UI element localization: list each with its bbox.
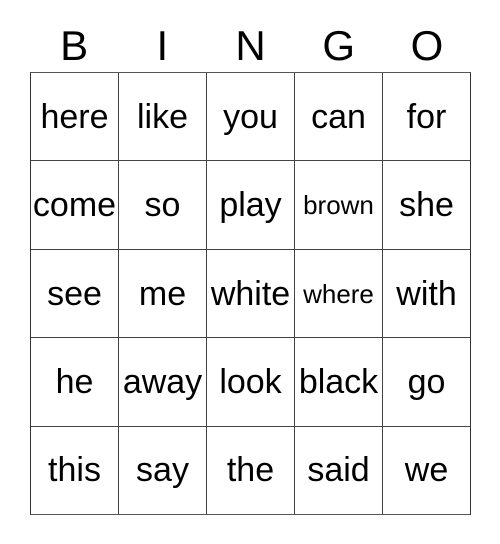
bingo-cell[interactable]: come xyxy=(31,161,119,249)
bingo-cell[interactable]: the xyxy=(207,426,295,515)
bingo-cell-word: this xyxy=(48,451,101,490)
bingo-cell[interactable]: for xyxy=(383,73,470,161)
bingo-cell-word: she xyxy=(399,186,454,225)
bingo-cell-word: away xyxy=(122,362,203,401)
bingo-cell[interactable]: with xyxy=(383,249,470,338)
bingo-cell[interactable]: play xyxy=(207,161,295,249)
bingo-cell-word: we xyxy=(404,451,449,490)
bingo-cell-word: see xyxy=(47,274,102,313)
bingo-cell-word: come xyxy=(32,186,117,225)
bingo-row: here like you can for xyxy=(31,73,470,162)
bingo-cell-word: for xyxy=(406,97,447,136)
bingo-row: this say the said we xyxy=(31,426,470,515)
bingo-cell-word: so xyxy=(144,186,181,225)
header-letter-g: G xyxy=(322,22,356,69)
header-letter-o: O xyxy=(410,22,444,69)
bingo-cell[interactable]: look xyxy=(207,338,295,426)
bingo-cell[interactable]: like xyxy=(119,73,207,161)
bingo-cell[interactable]: this xyxy=(31,426,119,515)
bingo-cell-word: me xyxy=(138,274,187,313)
bingo-cell[interactable]: here xyxy=(31,73,119,161)
bingo-cell[interactable]: white xyxy=(207,249,295,338)
bingo-row: see me white where with xyxy=(31,249,470,339)
bingo-cell[interactable]: brown xyxy=(295,161,383,249)
bingo-row: come so play brown she xyxy=(31,161,470,250)
bingo-cell-word: here xyxy=(40,97,109,136)
bingo-cell[interactable]: say xyxy=(119,426,207,515)
bingo-cell-word: said xyxy=(307,451,370,490)
bingo-cell[interactable]: see xyxy=(31,249,119,338)
bingo-card: B I N G O here like you can for come so … xyxy=(0,0,500,544)
bingo-cell-word: black xyxy=(298,362,379,401)
bingo-cell[interactable]: you xyxy=(207,73,295,161)
bingo-cell[interactable]: black xyxy=(295,338,383,426)
bingo-cell-word: look xyxy=(219,362,282,401)
bingo-cell[interactable]: said xyxy=(295,426,383,515)
bingo-cell[interactable]: can xyxy=(295,73,383,161)
bingo-cell-word: play xyxy=(219,186,282,225)
bingo-cell[interactable]: away xyxy=(119,338,207,426)
bingo-cell[interactable]: we xyxy=(383,426,470,515)
bingo-grid: here like you can for come so play brown… xyxy=(30,72,471,515)
bingo-cell-word: you xyxy=(223,97,278,136)
bingo-cell[interactable]: go xyxy=(383,338,470,426)
bingo-cell-word: he xyxy=(55,362,94,401)
bingo-cell-word: with xyxy=(396,274,457,313)
bingo-cell-word: say xyxy=(136,451,189,490)
bingo-cell-word: like xyxy=(136,97,189,136)
bingo-cell[interactable]: me xyxy=(119,249,207,338)
header-letter-b: B xyxy=(60,22,89,69)
bingo-header-row: B I N G O xyxy=(30,20,471,72)
bingo-row: he away look black go xyxy=(31,338,470,427)
bingo-cell[interactable]: he xyxy=(31,338,119,426)
bingo-cell-word: where xyxy=(303,278,374,309)
bingo-cell[interactable]: where xyxy=(295,249,383,338)
bingo-cell-word: go xyxy=(407,362,446,401)
bingo-cell[interactable]: so xyxy=(119,161,207,249)
header-letter-i: I xyxy=(156,22,169,69)
bingo-cell-word: white xyxy=(210,274,291,313)
bingo-cell-word: the xyxy=(226,451,275,490)
bingo-cell-word: brown xyxy=(303,190,374,221)
header-letter-n: N xyxy=(235,22,266,69)
bingo-cell-word: can xyxy=(311,97,366,136)
bingo-cell[interactable]: she xyxy=(383,161,470,249)
